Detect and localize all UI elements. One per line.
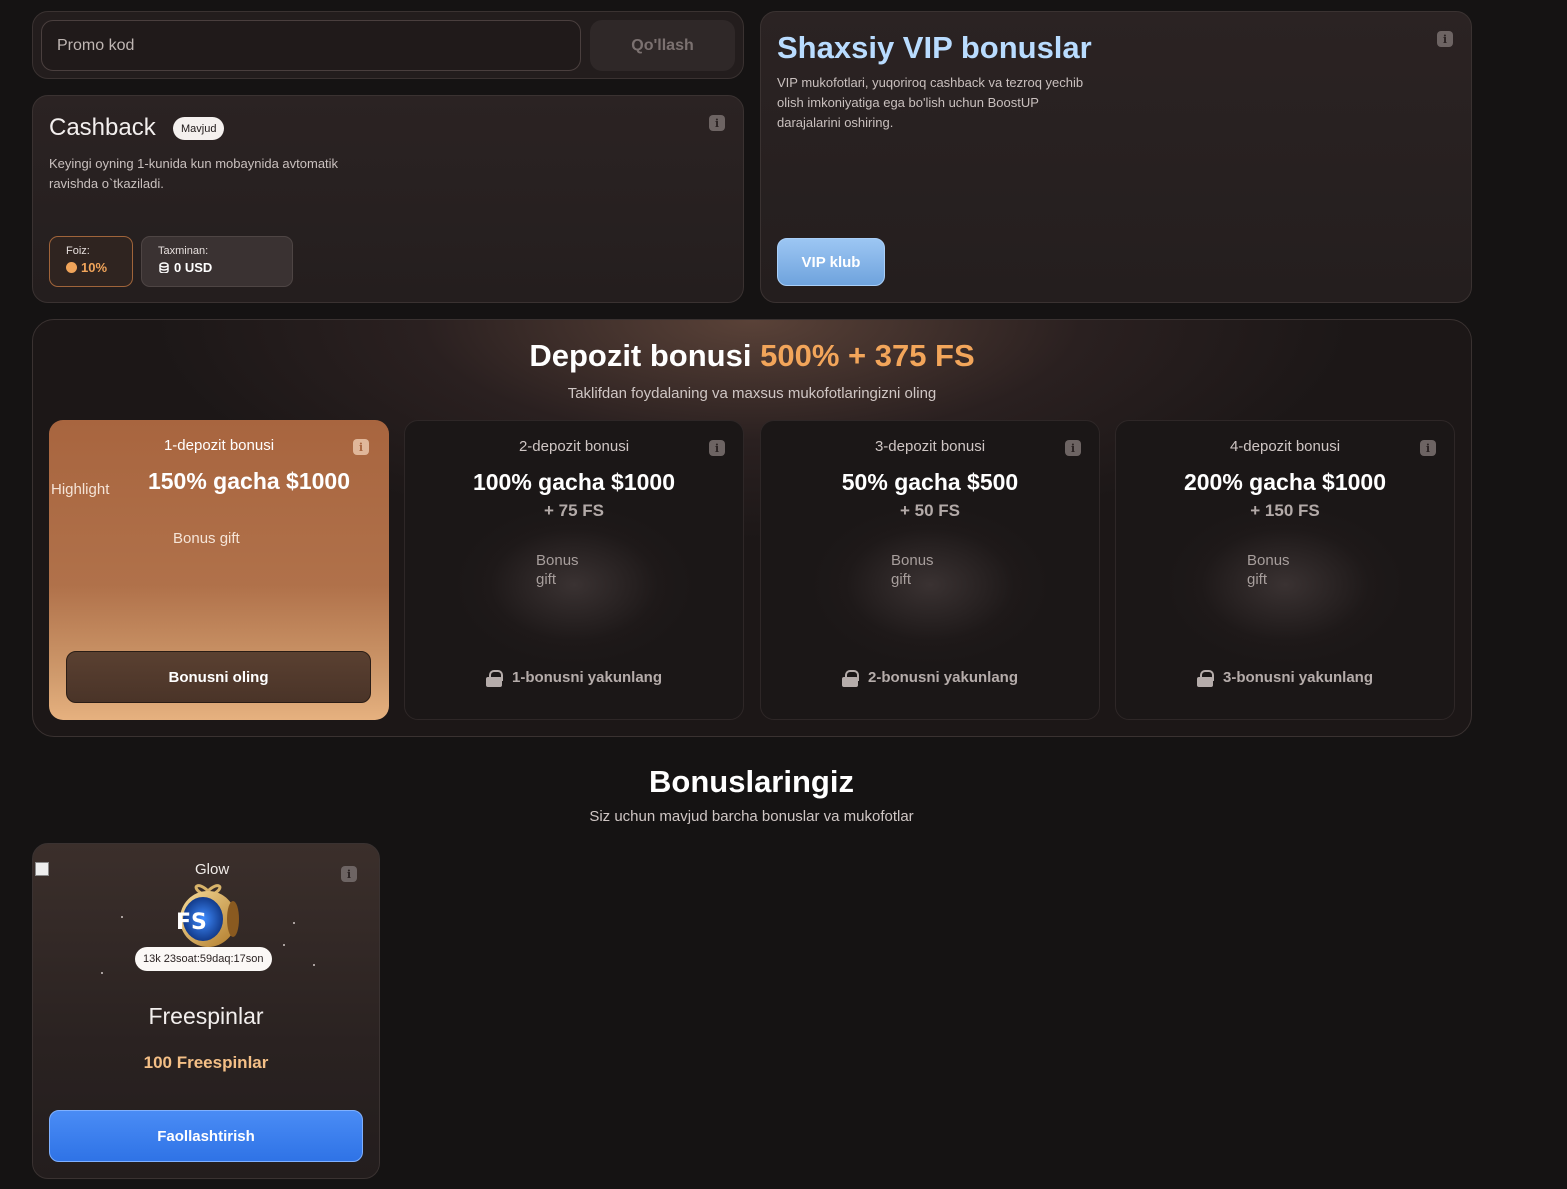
freespins-art-label: FS (176, 910, 207, 935)
lock-icon (485, 669, 503, 687)
locked-status: 1-bonusni yakunlang (405, 669, 743, 687)
info-icon[interactable]: i (709, 440, 725, 456)
bonus-gift-image: Bonus gift (173, 530, 240, 547)
sparkle (293, 922, 295, 924)
deposit-card-3: 3-depozit bonusi i 50% gacha $500 + 50 F… (760, 420, 1100, 720)
bonus-gift-alt-2: gift (891, 571, 912, 588)
info-icon[interactable]: i (1065, 440, 1081, 456)
bonus-gift-alt-2: gift (1247, 571, 1268, 588)
deposit-bonus-section: Depozit bonusi 500% + 375 FS Taklifdan f… (32, 319, 1472, 737)
bonus-gift-alt-1: Bonus (536, 552, 579, 569)
deposit-title: Depozit bonusi 500% + 375 FS (33, 338, 1471, 374)
deposit-title-accent: 500% + 375 FS (760, 338, 975, 373)
deposit-card-heading: 1-depozit bonusi (163, 437, 275, 454)
bonus-amount: 100 Freespinlar (143, 1053, 269, 1072)
promo-code-input[interactable] (41, 20, 581, 71)
locked-label: 3-bonusni yakunlang (1222, 669, 1373, 686)
vip-bonus-card: Shaxsiy VIP bonuslar i VIP mukofotlari, … (760, 11, 1472, 303)
deposit-card-freespins: + 50 FS (899, 501, 960, 520)
deposit-card-offer: 150% gacha $1000 (147, 468, 351, 494)
estimate-value-text: 0 USD (174, 260, 213, 275)
locked-status: 2-bonusni yakunlang (761, 669, 1099, 687)
glow-image: Glow (195, 861, 230, 878)
bonus-gift-image: Bonus gift (891, 551, 934, 589)
percent-icon (66, 262, 77, 273)
apply-promo-button[interactable]: Qo'llash (590, 20, 735, 71)
deposit-card-offer: 50% gacha $500 (841, 469, 1019, 495)
deposit-card-freespins: + 75 FS (543, 501, 604, 520)
freespins-bonus-card: i Glow FS 13k 23soat:59daq:17son Freespi… (32, 843, 380, 1179)
activate-button[interactable]: Faollashtirish (49, 1110, 363, 1162)
deposit-card-offer: 100% gacha $1000 (472, 469, 676, 495)
promo-code-panel: Qo'llash (32, 11, 744, 79)
locked-label: 2-bonusni yakunlang (867, 669, 1018, 686)
bonus-timer: 13k 23soat:59daq:17son (135, 947, 272, 971)
deposit-card-offer: 200% gacha $1000 (1183, 469, 1387, 495)
bonus-gift-image: Bonus gift (536, 551, 579, 589)
cashback-percent-stat: Foiz: 10% (49, 236, 133, 287)
locked-label: 1-bonusni yakunlang (511, 669, 662, 686)
estimate-label: Taxminan: (158, 245, 209, 257)
broken-image-icon (35, 862, 49, 876)
deposit-subtitle: Taklifdan foydalaning va maxsus mukofotl… (567, 385, 937, 402)
vip-club-button[interactable]: VIP klub (777, 238, 885, 286)
locked-status: 3-bonusni yakunlang (1116, 669, 1454, 687)
bonuses-subtitle: Siz uchun mavjud barcha bonuslar va muko… (589, 808, 914, 825)
deposit-card-2: 2-depozit bonusi i 100% gacha $1000 + 75… (404, 420, 744, 720)
percent-value: 10% (66, 260, 132, 275)
deposit-card-heading: 2-depozit bonusi (518, 438, 630, 455)
vip-description: VIP mukofotlari, yuqoriroq cashback va t… (777, 75, 1084, 130)
bonuses-title: Bonuslaringiz (649, 764, 854, 799)
bonus-gift-alt-2: gift (536, 571, 557, 588)
coins-icon (159, 262, 169, 273)
cashback-title: Cashback (49, 114, 156, 141)
lock-icon (841, 669, 859, 687)
cashback-description: Keyingi oyning 1-kunida kun mobaynida av… (49, 156, 339, 191)
bonus-gift-alt-1: Bonus (891, 552, 934, 569)
estimate-value: 0 USD (158, 260, 292, 275)
bonus-gift-image: Bonus gift (1247, 551, 1290, 589)
percent-label: Foiz: (66, 245, 90, 257)
cashback-card: Cashback Mavjud i Keyingi oyning 1-kunid… (32, 95, 744, 303)
bonus-gift-alt-1: Bonus (1247, 552, 1290, 569)
sparkle (283, 944, 285, 946)
sparkle (121, 916, 123, 918)
info-icon[interactable]: i (353, 439, 369, 455)
bonus-name: Freespinlar (148, 1003, 264, 1029)
sparkle (313, 964, 315, 966)
vip-title: Shaxsiy VIP bonuslar (777, 30, 1092, 65)
info-icon[interactable]: i (341, 866, 357, 882)
info-icon[interactable]: i (1420, 440, 1436, 456)
sparkle (101, 972, 103, 974)
status-badge: Mavjud (173, 117, 225, 140)
deposit-card-1: 1-depozit bonusi i Highlight 150% gacha … (49, 420, 389, 720)
percent-value-text: 10% (81, 260, 108, 275)
deposit-card-heading: 4-depozit bonusi (1229, 438, 1341, 455)
info-icon[interactable]: i (709, 115, 725, 131)
deposit-card-freespins: + 150 FS (1250, 501, 1320, 520)
info-icon[interactable]: i (1437, 31, 1453, 47)
deposit-title-main: Depozit bonusi (529, 338, 752, 373)
deposit-card-4: 4-depozit bonusi i 200% gacha $1000 + 15… (1115, 420, 1455, 720)
get-bonus-button[interactable]: Bonusni oling (66, 651, 371, 703)
cashback-estimate-stat: Taxminan: 0 USD (141, 236, 293, 287)
deposit-card-heading: 3-depozit bonusi (874, 438, 986, 455)
lock-icon (1196, 669, 1214, 687)
